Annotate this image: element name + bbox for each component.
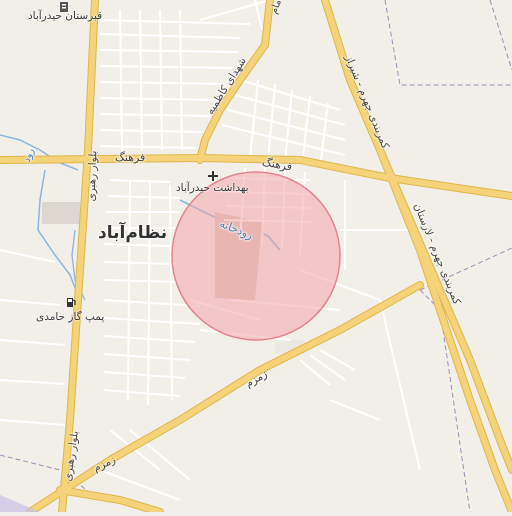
selection-circle[interactable] (171, 171, 341, 341)
place-label: نظام‌آباد (98, 223, 168, 243)
poi-health[interactable]: بهداشت حیدرآباد (176, 182, 249, 194)
landuse-block (42, 202, 80, 224)
road-label-blvd-rahbari: بلوار رهبری (85, 150, 100, 202)
map-view[interactable]: نظام‌آباد فرهنگ فرهنگ شهدای کاظمیه بلوار… (0, 0, 512, 516)
health-cross-icon[interactable] (206, 169, 220, 183)
road-label-farhang: فرهنگ (115, 151, 146, 164)
poi-gas-station[interactable]: پمپ گاز حامدی (36, 311, 104, 323)
fuel-pump-icon[interactable] (64, 295, 78, 309)
poi-cemetery[interactable]: قبرستان حیدرآباد (28, 10, 102, 22)
